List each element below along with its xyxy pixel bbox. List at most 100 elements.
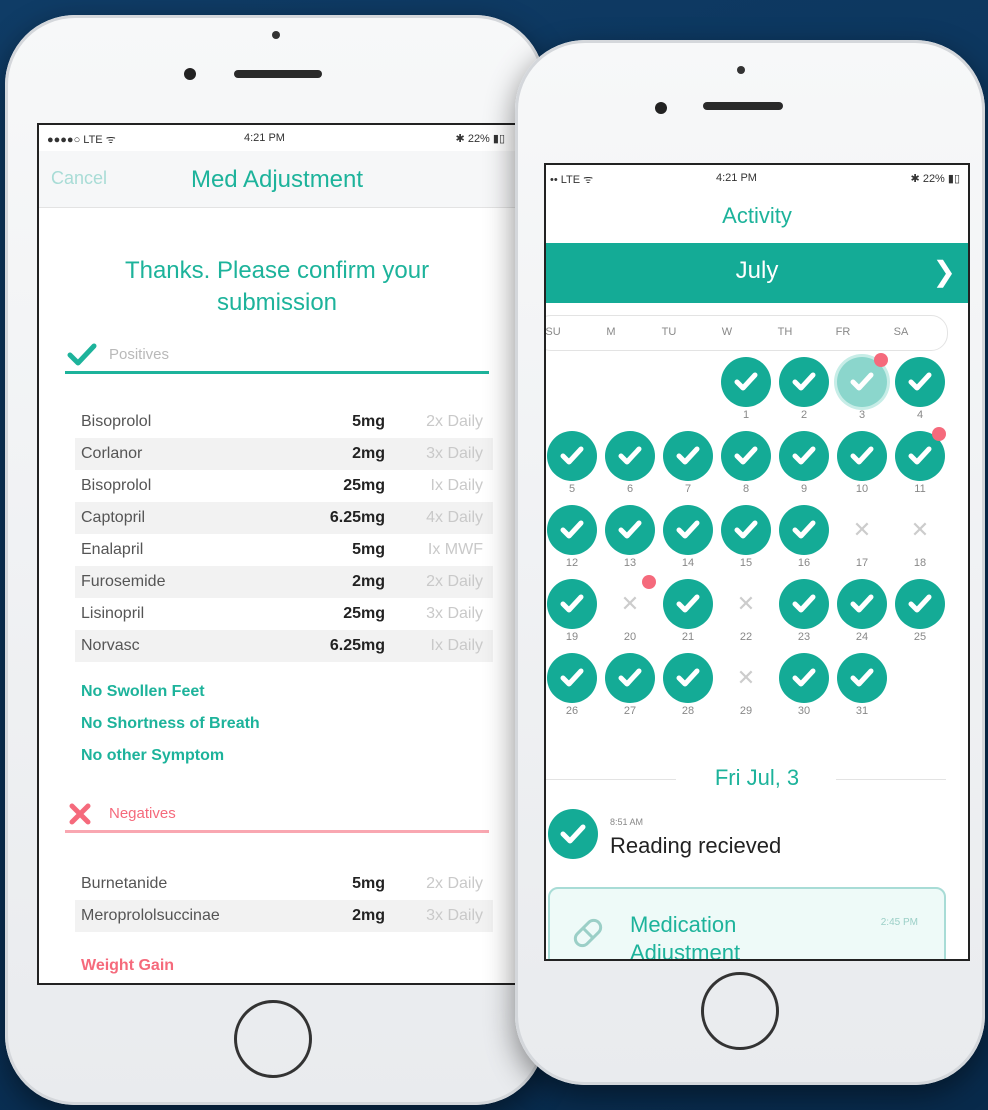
weekday-label: W xyxy=(721,326,733,338)
calendar-day[interactable]: 6 xyxy=(602,431,658,497)
calendar-day[interactable]: 12 xyxy=(546,505,600,571)
carrier-signal: •• LTE ᯤ xyxy=(550,174,594,186)
calendar-day[interactable]: 27 xyxy=(602,653,658,719)
day-number: 23 xyxy=(797,631,811,643)
selected-date: Fri Jul, 3 xyxy=(714,765,800,790)
calendar-day[interactable]: 19 xyxy=(546,579,600,645)
x-icon: ✕ xyxy=(852,517,872,542)
day-number: 20 xyxy=(623,631,637,643)
weekday-label: SU xyxy=(545,326,561,338)
med-row: Norvasc 6.25mg Ix Daily xyxy=(75,630,493,662)
med-dose: 5mg xyxy=(352,413,385,430)
calendar-day[interactable]: 31 xyxy=(834,653,890,719)
calendar-day[interactable]: 21 xyxy=(660,579,716,645)
check-circle-icon xyxy=(547,579,597,629)
calendar-day[interactable]: 7 xyxy=(660,431,716,497)
proximity-sensor xyxy=(737,66,745,74)
home-button[interactable] xyxy=(234,1000,312,1078)
calendar-day[interactable]: 5 xyxy=(546,431,600,497)
calendar-day[interactable]: 2 xyxy=(776,357,832,423)
calendar-day[interactable]: 16 xyxy=(776,505,832,571)
calendar-day[interactable]: 24 xyxy=(834,579,890,645)
weekday-label: TU xyxy=(661,326,677,338)
calendar-day[interactable]: 28 xyxy=(660,653,716,719)
carrier-signal: ●●●●○ LTE ᯤ xyxy=(47,134,116,146)
positives-med-table: Bisoprolol 5mg 2x Daily Corlanor 2mg 3x Daily… xyxy=(75,406,493,662)
battery-status: ✱ 22% ▮▯ xyxy=(455,133,505,145)
x-icon xyxy=(69,803,91,825)
calendar-day[interactable]: 13 xyxy=(602,505,658,571)
calendar-day[interactable]: 10 xyxy=(834,431,890,497)
calendar-day[interactable]: 30 xyxy=(776,653,832,719)
med-dose: 25mg xyxy=(343,605,385,622)
calendar-day[interactable]: 15 xyxy=(718,505,774,571)
front-camera xyxy=(655,102,667,114)
check-circle-icon xyxy=(721,505,771,555)
day-number: 31 xyxy=(855,705,869,717)
check-circle-icon xyxy=(779,357,829,407)
day-number: 29 xyxy=(739,705,753,717)
day-number: 13 xyxy=(623,557,637,569)
day-number: 17 xyxy=(855,557,869,569)
day-number: 4 xyxy=(916,409,924,421)
med-name: Meroprololsuccinae xyxy=(81,907,220,924)
calendar-day[interactable]: 25 xyxy=(892,579,948,645)
med-row: Corlanor 2mg 3x Daily xyxy=(75,438,493,470)
calendar-day[interactable]: ✕ 20 xyxy=(602,575,658,645)
calendar-day[interactable]: 1 xyxy=(718,357,774,423)
med-dose: 6.25mg xyxy=(329,509,385,526)
check-circle-icon xyxy=(837,579,887,629)
negatives-med-table: Burnetanide 5mg 2x Daily Meroprololsuccinae… xyxy=(75,868,493,932)
calendar-day[interactable]: ✕ 29 xyxy=(718,653,774,719)
med-frequency: 3x Daily xyxy=(426,907,483,924)
calendar-day[interactable]: 26 xyxy=(546,653,600,719)
calendar-day[interactable]: 11 xyxy=(892,427,948,497)
calendar-day[interactable]: 9 xyxy=(776,431,832,497)
calendar-day[interactable]: 4 xyxy=(892,357,948,423)
med-name: Captopril xyxy=(81,509,146,526)
med-name: Lisinopril xyxy=(81,605,145,622)
day-number: 12 xyxy=(565,557,579,569)
earpiece-speaker xyxy=(703,102,783,110)
negatives-label: Negatives xyxy=(109,805,176,822)
symptom-item: No other Symptom xyxy=(81,747,225,764)
home-button[interactable] xyxy=(701,972,779,1050)
med-dose: 2mg xyxy=(352,907,385,924)
check-circle-icon xyxy=(895,357,945,407)
card-time: 2:45 PM xyxy=(880,917,918,928)
med-name: Bisoprolol xyxy=(81,413,152,430)
day-number: 30 xyxy=(797,705,811,717)
x-icon: ✕ xyxy=(910,517,930,542)
med-dose: 2mg xyxy=(352,573,385,590)
calendar-day[interactable]: ✕ 22 xyxy=(718,579,774,645)
x-icon: ✕ xyxy=(736,665,756,690)
day-number: 5 xyxy=(568,483,576,495)
check-circle-icon xyxy=(547,431,597,481)
chevron-right-icon[interactable]: ❯ xyxy=(933,255,956,288)
check-circle-icon xyxy=(663,579,713,629)
day-number: 6 xyxy=(626,483,634,495)
check-circle-icon xyxy=(605,505,655,555)
calendar-day[interactable]: ✕ 18 xyxy=(892,505,948,571)
med-frequency: 2x Daily xyxy=(426,573,483,590)
calendar-day[interactable]: 14 xyxy=(660,505,716,571)
notification-dot xyxy=(874,353,888,367)
med-dose: 5mg xyxy=(352,541,385,558)
day-number: 14 xyxy=(681,557,695,569)
calendar-day[interactable]: 23 xyxy=(776,579,832,645)
med-dose: 25mg xyxy=(343,477,385,494)
day-number: 16 xyxy=(797,557,811,569)
check-circle-icon xyxy=(547,505,597,555)
event-item[interactable]: 8:51 AM Reading recieved xyxy=(546,805,968,865)
day-number: 19 xyxy=(565,631,579,643)
calendar-day[interactable]: 3 xyxy=(834,353,890,423)
weekday-strip: SU M TU W TH FR SA xyxy=(545,315,948,351)
day-number: 15 xyxy=(739,557,753,569)
day-number: 24 xyxy=(855,631,869,643)
medication-adjustment-card[interactable]: Medication Adjustment 2:45 PM xyxy=(548,887,946,959)
day-number: 7 xyxy=(684,483,692,495)
day-number: 10 xyxy=(855,483,869,495)
med-name: Burnetanide xyxy=(81,875,168,892)
calendar-day[interactable]: ✕ 17 xyxy=(834,505,890,571)
calendar-day[interactable]: 8 xyxy=(718,431,774,497)
